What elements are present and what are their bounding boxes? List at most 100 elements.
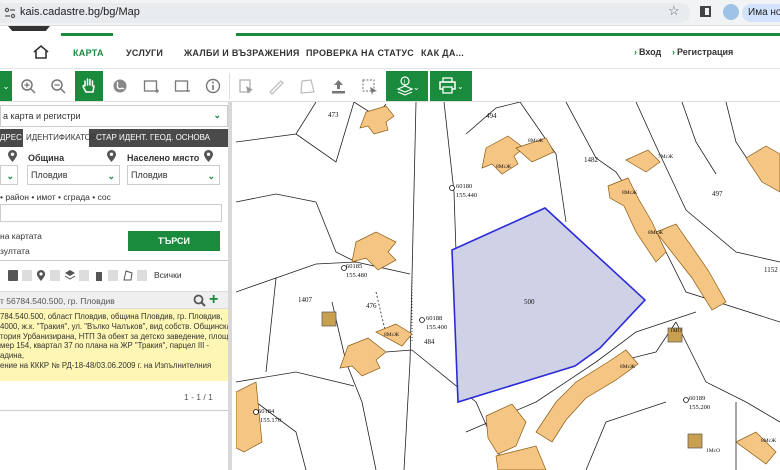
- building: [745, 145, 780, 193]
- location-pin-icon[interactable]: [204, 150, 213, 162]
- login-link[interactable]: › Вход: [634, 47, 661, 57]
- area-button[interactable]: [293, 71, 321, 101]
- point-label: 155.440: [456, 192, 477, 199]
- bookmark-star-icon[interactable]: ☆: [668, 3, 680, 19]
- map-toolbar: ⌄ i ⌄ ⌄: [0, 68, 780, 102]
- chevron-right-icon: ›: [672, 47, 675, 57]
- search-button[interactable]: ТЪРСИ: [128, 231, 220, 251]
- cadastral-map[interactable]: 473 494 1482 497 1152 1407 476 484 500 8…: [236, 102, 780, 470]
- tab-address[interactable]: ДРЕС: [0, 133, 22, 142]
- search-panel: а карта и регистри ⌄ ДРЕС ИДЕНТИФИКАТОР …: [0, 102, 232, 470]
- filter-checkbox[interactable]: [108, 270, 118, 281]
- layers-icon[interactable]: [65, 270, 75, 281]
- location-pin-icon[interactable]: [107, 150, 116, 162]
- svg-text:i: i: [404, 80, 405, 86]
- browser-bar: kais.cadastre.bg/bg/Map ☆ Има нова: [0, 0, 780, 26]
- tab-identifier[interactable]: ИДЕНТИФИКАТОР: [26, 133, 96, 142]
- info-button[interactable]: [199, 71, 227, 101]
- tab-geodetic-base[interactable]: ГЕОД. ОСНОВА: [150, 133, 210, 142]
- survey-point-marker[interactable]: [449, 185, 455, 191]
- nav-how-to[interactable]: КАК ДА...: [421, 48, 464, 58]
- survey-point-marker[interactable]: [419, 317, 425, 323]
- municipality-select[interactable]: Пловдив ⌄: [27, 165, 120, 185]
- menu-dropdown-button[interactable]: ⌄: [0, 71, 12, 101]
- layers-info-button[interactable]: i ⌄: [386, 71, 428, 101]
- building: [359, 105, 395, 135]
- filter-checkbox[interactable]: [50, 270, 60, 281]
- select-plot-button[interactable]: [232, 71, 260, 101]
- chevron-down-icon: ⌄: [213, 110, 221, 120]
- select-area-button[interactable]: [355, 71, 383, 101]
- nav-status-check[interactable]: ПРОВЕРКА НА СТАТУС: [306, 48, 414, 58]
- building: [485, 403, 527, 455]
- result-details[interactable]: 784.540.500, област Пловдив, община Плов…: [0, 309, 228, 381]
- map-canvas[interactable]: 473 494 1482 497 1152 1407 476 484 500 8…: [236, 102, 780, 470]
- result-line: мер 154, квартал 37 по плана на ЖР "Трак…: [0, 341, 210, 351]
- layer-select[interactable]: а карта и регистри ⌄: [0, 105, 228, 127]
- filter-checkbox[interactable]: [22, 270, 32, 281]
- nav-services[interactable]: УСЛУГИ: [126, 48, 163, 58]
- building-label: 8МсЖ: [384, 332, 399, 338]
- tab-old-identifier[interactable]: СТАР ИДЕНТ.: [96, 133, 148, 142]
- building: [339, 337, 387, 377]
- point-label: 60180: [456, 183, 472, 190]
- filter-checkbox[interactable]: [137, 270, 147, 281]
- print-button[interactable]: ⌄: [430, 71, 472, 101]
- plus-icon[interactable]: +: [209, 292, 218, 308]
- building-label: 8МсЖ: [496, 164, 511, 170]
- add-point-button[interactable]: [137, 71, 165, 101]
- chevron-down-icon: ⌄: [207, 171, 215, 181]
- survey-point-marker[interactable]: [683, 397, 689, 403]
- measure-button[interactable]: [262, 71, 290, 101]
- zoom-in-icon: [21, 79, 36, 94]
- parcel-label: 1152: [764, 266, 778, 274]
- identifier-input[interactable]: [0, 204, 222, 222]
- location-pin-icon[interactable]: [8, 150, 17, 162]
- layers-info-icon: i⌄: [396, 76, 418, 96]
- url-text[interactable]: kais.cadastre.bg/bg/Map: [20, 6, 140, 18]
- settlement-select[interactable]: Пловдив ⌄: [127, 165, 220, 185]
- home-icon[interactable]: [32, 44, 50, 60]
- point-label: 155.400: [426, 324, 447, 331]
- zoom-in-button[interactable]: [14, 71, 42, 101]
- building-label: 8МсЖ: [648, 230, 663, 236]
- location-pin-icon[interactable]: [36, 270, 46, 281]
- globe-button[interactable]: [106, 71, 134, 101]
- add-point-icon: [143, 80, 159, 93]
- plot-outline-icon[interactable]: [123, 270, 133, 281]
- address-bar[interactable]: kais.cadastre.bg/bg/Map: [0, 3, 690, 23]
- filter-checkbox[interactable]: [79, 270, 89, 281]
- info-icon: [205, 78, 221, 94]
- nav-complaints[interactable]: ЖАЛБИ И ВЪЗРАЖЕНИЯ: [184, 48, 300, 58]
- area-icon: [299, 78, 315, 94]
- parcel-label: 473: [328, 111, 339, 119]
- site-info-icon[interactable]: [4, 7, 16, 19]
- building: [321, 311, 337, 327]
- nav-map[interactable]: КАРТА: [73, 48, 104, 58]
- building-icon[interactable]: [94, 270, 104, 281]
- remove-point-button[interactable]: [168, 71, 196, 101]
- pan-button[interactable]: [75, 71, 103, 101]
- zoom-to-result-checkbox-label[interactable]: зултата: [0, 246, 30, 256]
- region-select[interactable]: ⌄: [0, 165, 18, 185]
- parcel-label: 500: [524, 298, 535, 306]
- register-link[interactable]: › Регистрация: [672, 47, 733, 57]
- svg-text:⌄: ⌄: [457, 82, 463, 91]
- trash-icon[interactable]: [8, 270, 18, 281]
- result-line: адина,: [0, 351, 25, 361]
- logo: [8, 26, 50, 31]
- show-on-map-checkbox-label[interactable]: на картата: [0, 231, 42, 241]
- chevron-down-icon: ⌄: [107, 171, 115, 181]
- side-panel-icon[interactable]: [700, 6, 711, 17]
- profile-button[interactable]: Има нова: [742, 4, 780, 22]
- select-plot-icon: [238, 78, 253, 94]
- zoom-out-button[interactable]: [44, 71, 72, 101]
- upload-button[interactable]: [324, 71, 352, 101]
- avatar[interactable]: [723, 4, 739, 20]
- search-icon[interactable]: [193, 294, 206, 307]
- settlement-label: Населено място: [127, 153, 200, 163]
- building: [735, 431, 777, 465]
- measure-icon: [268, 79, 284, 95]
- building-label: 8МсЖ: [622, 190, 637, 196]
- identifier-hint: • район • имот • сграда • сос: [0, 192, 111, 202]
